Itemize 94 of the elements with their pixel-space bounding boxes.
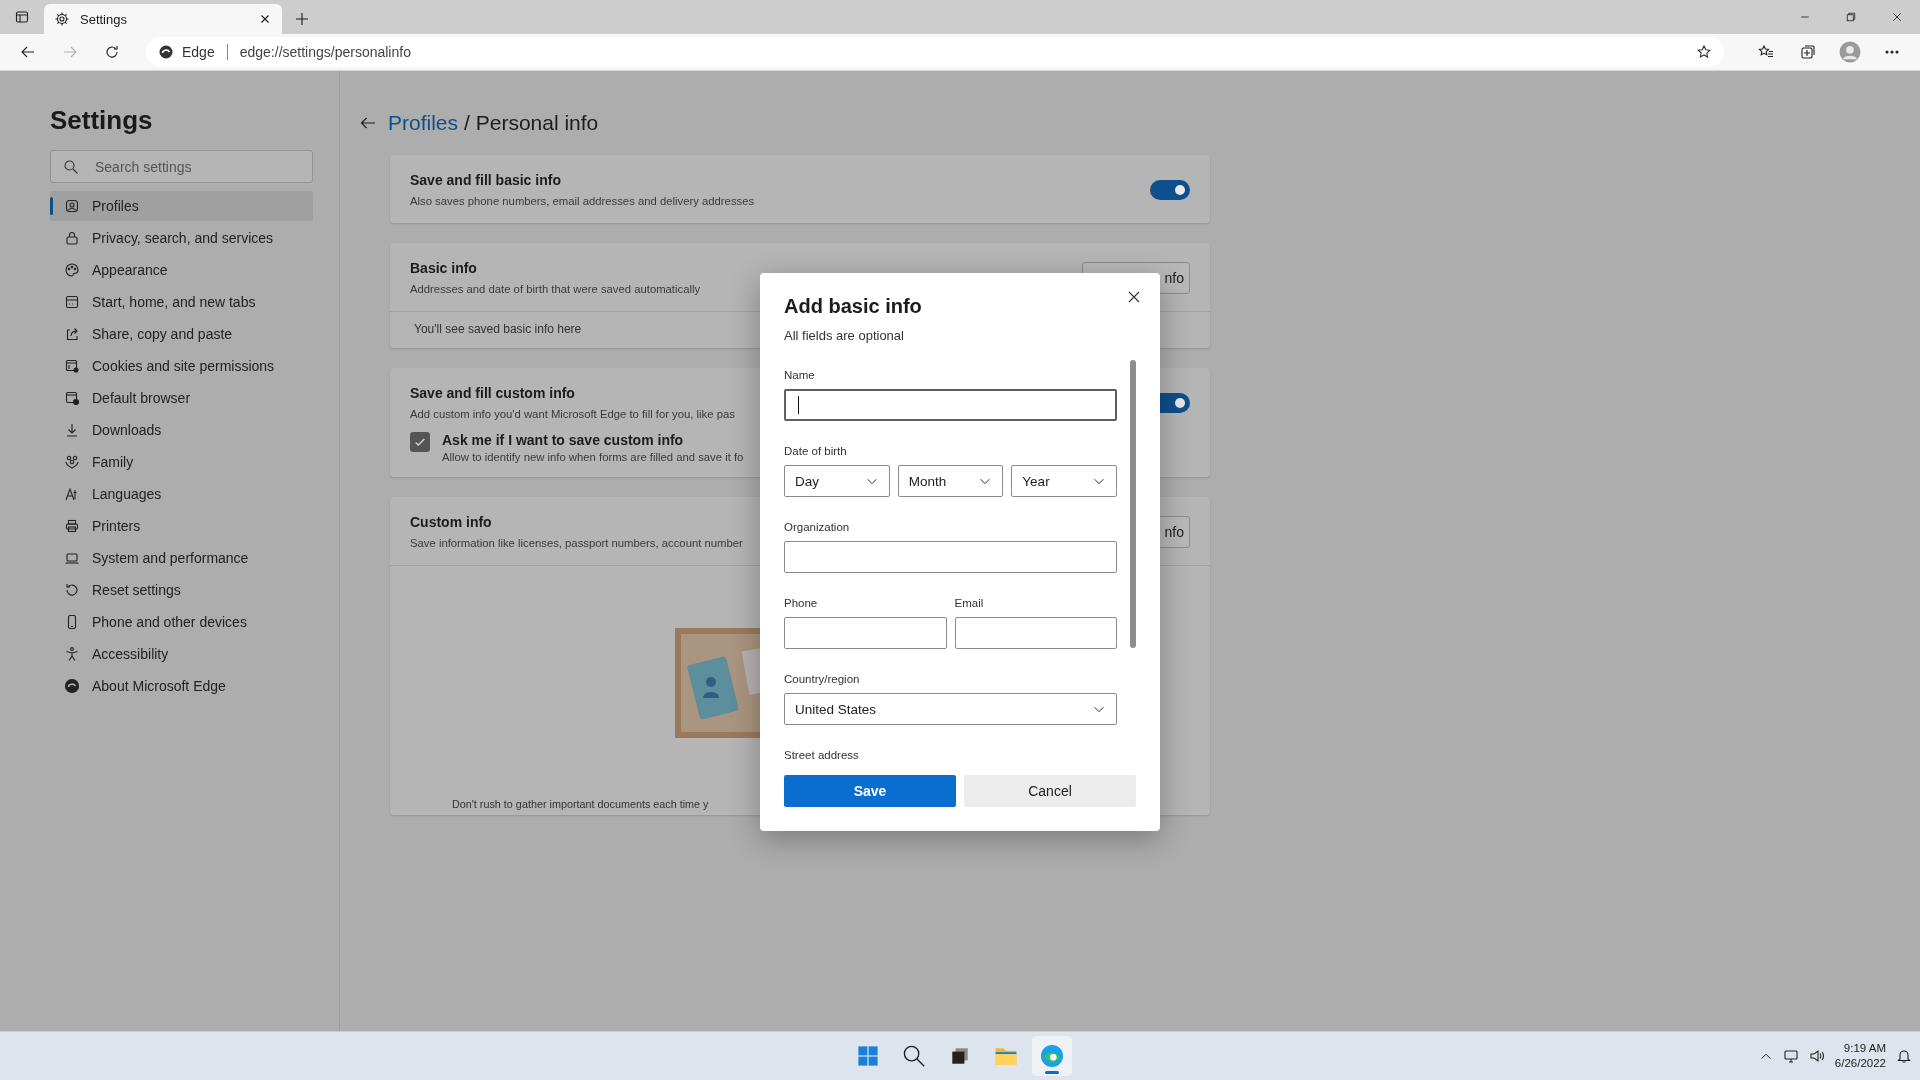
- browser-check-icon: [64, 390, 80, 406]
- page-title: / Personal info: [464, 111, 599, 135]
- field-label: Date of birth: [784, 445, 848, 457]
- window-icon: [64, 294, 80, 310]
- card-description: Save information like licenses, passport numbers, account number: [410, 537, 743, 549]
- sidebar-item[interactable]: Phone and other devices: [50, 607, 313, 637]
- field-label: Phone: [784, 597, 819, 609]
- speaker-icon[interactable]: [1808, 1048, 1825, 1064]
- breadcrumb-link[interactable]: Profiles: [388, 111, 459, 135]
- sidebar-item[interactable]: Profiles: [50, 191, 313, 221]
- sidebar-item[interactable]: Downloads: [50, 415, 313, 445]
- languages-icon: [64, 486, 80, 502]
- text-field[interactable]: [954, 617, 1117, 649]
- sidebar-toggle-icon[interactable]: [14, 9, 30, 25]
- dropdown[interactable]: United States: [784, 693, 1117, 725]
- card-description: Also saves phone numbers, email addresses and delivery addresses: [410, 195, 755, 207]
- sidebar-item[interactable]: Cookies and site permissions: [50, 351, 313, 381]
- dropdown[interactable]: Year: [1011, 465, 1117, 497]
- sidebar-item[interactable]: Languages: [50, 479, 313, 509]
- edge-logo-icon: [158, 44, 174, 60]
- field-label: Organization: [784, 521, 851, 533]
- empty-message: Don't rush to gather important documents each time y: [452, 798, 709, 810]
- lock-icon: [64, 230, 80, 246]
- restore-icon[interactable]: [1845, 11, 1857, 23]
- windows-start-icon[interactable]: [856, 1044, 880, 1068]
- field-label: Street address: [784, 749, 860, 761]
- field-label: Email: [954, 597, 985, 609]
- dropdown[interactable]: Month: [897, 465, 1004, 497]
- sidebar-item[interactable]: Reset settings: [50, 575, 313, 605]
- profile-icon: [64, 198, 80, 214]
- search-field[interactable]: Search settings: [50, 150, 313, 183]
- save-button[interactable]: Save: [784, 775, 956, 807]
- card-description: Add custom info you'd want Microsoft Edge to fill for you, like pas: [410, 408, 735, 420]
- card-title: Basic info: [410, 260, 477, 276]
- sidebar-item[interactable]: Printers: [50, 511, 313, 541]
- checkbox-description: Allow to identify new info when forms are filled and save it fo: [442, 451, 744, 463]
- card-title: Custom info: [410, 514, 492, 530]
- task-view-icon[interactable]: [949, 1045, 971, 1067]
- field-label: Country/region: [784, 673, 861, 685]
- palette-icon: [64, 262, 80, 278]
- edge-logo-icon[interactable]: [1039, 1043, 1065, 1069]
- checkbox[interactable]: [410, 432, 430, 452]
- card-title: Save and fill basic info: [410, 172, 561, 188]
- edge-logo-icon: [64, 678, 80, 694]
- notification-icon[interactable]: [1896, 1048, 1912, 1064]
- sidebar-item[interactable]: Family: [50, 447, 313, 477]
- reset-icon: [64, 582, 80, 598]
- close-icon[interactable]: [1891, 11, 1903, 23]
- dialog-subtitle: All fields are optional: [784, 328, 905, 343]
- download-icon: [64, 422, 80, 438]
- sidebar-item[interactable]: System and performance: [50, 543, 313, 573]
- cancel-button[interactable]: Cancel: [964, 775, 1136, 807]
- sidebar-item[interactable]: Privacy, search, and services: [50, 223, 313, 253]
- text-field[interactable]: [784, 389, 1117, 421]
- laptop-icon: [64, 550, 80, 566]
- dropdown[interactable]: Day: [784, 465, 890, 497]
- dialog-title: Add basic info: [784, 295, 923, 318]
- sidebar-item[interactable]: About Microsoft Edge: [50, 671, 313, 701]
- checkbox-label: Ask me if I want to save custom info: [442, 432, 685, 448]
- back-arrow-icon[interactable]: [360, 115, 376, 131]
- profile-avatar-icon[interactable]: [1839, 41, 1861, 63]
- card-description: Addresses and date of birth that were saved automatically: [410, 283, 701, 295]
- toggle-switch[interactable]: [1150, 179, 1190, 200]
- text-field[interactable]: [784, 541, 1117, 573]
- sidebar-item[interactable]: Default browser: [50, 383, 313, 413]
- address-bar[interactable]: Edge edge://settings/personalinfo: [146, 37, 1724, 67]
- cookie-gear-icon: [64, 358, 80, 374]
- card-title: Save and fill custom info: [410, 385, 575, 401]
- printer-icon: [64, 518, 80, 534]
- network-icon[interactable]: [1782, 1048, 1799, 1064]
- text-field[interactable]: [784, 617, 947, 649]
- share-icon: [64, 326, 80, 342]
- sidebar-item[interactable]: Appearance: [50, 255, 313, 285]
- empty-text: You'll see saved basic info here: [414, 322, 582, 336]
- collections-icon[interactable]: [1800, 44, 1816, 60]
- field-label: Name: [784, 369, 816, 381]
- browser-tab[interactable]: Settings: [44, 4, 282, 34]
- search-icon: [63, 159, 79, 175]
- sidebar-item[interactable]: Start, home, and new tabs: [50, 287, 313, 317]
- add-favorite-icon[interactable]: [1696, 44, 1712, 60]
- clock[interactable]: 9:19 AM 6/26/2022: [1834, 1041, 1886, 1071]
- scrollbar[interactable]: [1130, 360, 1136, 648]
- search-icon[interactable]: [902, 1044, 926, 1068]
- refresh-icon[interactable]: [104, 44, 120, 60]
- accessibility-icon: [64, 646, 80, 662]
- sidebar-item[interactable]: Accessibility: [50, 639, 313, 669]
- family-icon: [64, 454, 80, 470]
- close-icon: [1126, 289, 1142, 305]
- sidebar-item[interactable]: Share, copy and paste: [50, 319, 313, 349]
- favorites-icon[interactable]: [1758, 44, 1774, 60]
- sidebar-title: Settings: [50, 105, 154, 136]
- back-icon[interactable]: [20, 44, 36, 60]
- new-tab-icon[interactable]: [294, 11, 310, 27]
- gear-icon: [54, 11, 70, 27]
